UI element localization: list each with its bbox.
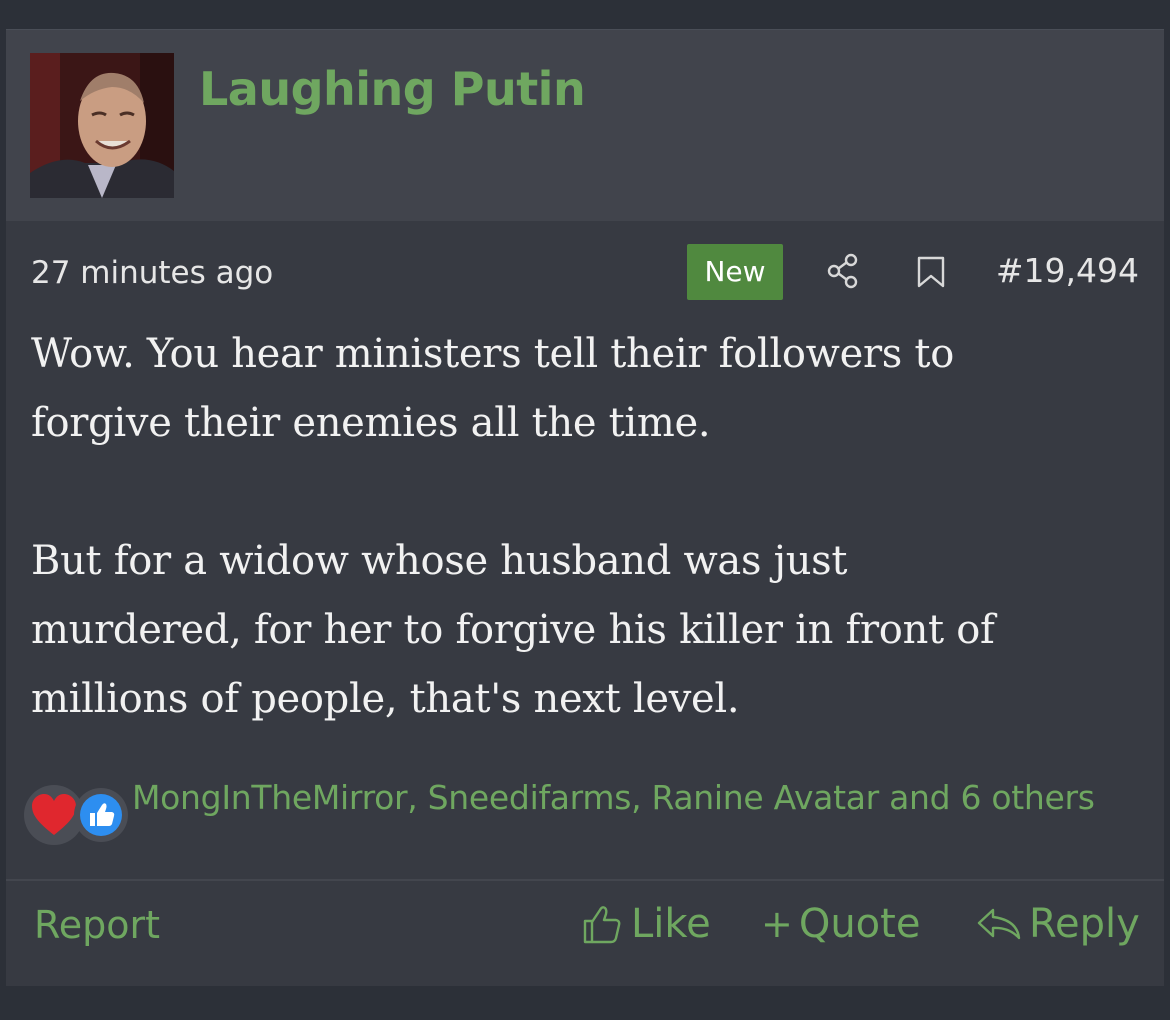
message-line: forgive their enemies all the time. <box>31 400 711 446</box>
thumbs-up-icon[interactable] <box>74 788 128 842</box>
message-line: Wow. You hear ministers tell their follo… <box>31 331 954 377</box>
like-label: Like <box>631 901 711 947</box>
like-button[interactable]: Like <box>579 901 711 947</box>
reply-arrow-icon <box>977 908 1021 940</box>
post-meta-row: 27 minutes ago New #19,494 <box>6 241 1164 301</box>
avatar-pointer <box>85 198 117 216</box>
reply-label: Reply <box>1029 901 1140 947</box>
new-badge: New <box>687 244 783 300</box>
message-line: murdered, for her to forgive his killer … <box>31 607 995 653</box>
report-button[interactable]: Report <box>34 903 160 947</box>
post-message-body: Wow. You hear ministers tell their follo… <box>31 320 1141 734</box>
thumbs-up-outline-icon <box>583 906 621 944</box>
post-timestamp[interactable]: 27 minutes ago <box>31 255 273 291</box>
post-number-link[interactable]: #19,494 <box>996 251 1139 290</box>
message-line: But for a widow whose husband was just <box>31 538 848 584</box>
forum-post: Laughing Putin 27 minutes ago New #19,49… <box>6 29 1164 986</box>
plus-icon: + <box>761 902 793 946</box>
reactions-bar: MongInTheMirror, Sneedifarms, Ranine Ava… <box>24 772 1144 872</box>
message-line: millions of people, that's next level. <box>31 676 740 722</box>
reactors-list[interactable]: MongInTheMirror, Sneedifarms, Ranine Ava… <box>132 772 1112 824</box>
quote-label: Quote <box>798 901 921 947</box>
share-icon[interactable] <box>824 251 864 296</box>
post-user-header: Laughing Putin <box>6 30 1164 221</box>
post-footer: Report Like + Quote Reply <box>6 879 1164 987</box>
quote-button[interactable]: + Quote <box>761 901 920 947</box>
bookmark-icon[interactable] <box>915 255 947 294</box>
username-link[interactable]: Laughing Putin <box>199 62 586 116</box>
user-avatar[interactable] <box>30 53 174 198</box>
reply-button[interactable]: Reply <box>975 901 1140 947</box>
